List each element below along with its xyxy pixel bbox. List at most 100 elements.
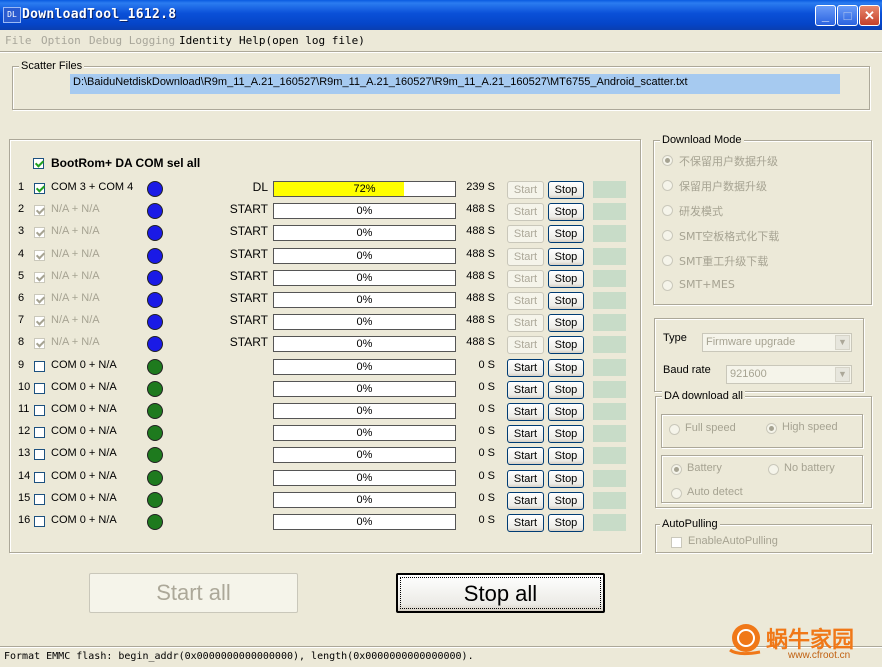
download-mode-legend: Download Mode — [660, 134, 744, 146]
battery-radio[interactable] — [671, 464, 682, 475]
progress-bar: 0% — [273, 292, 456, 308]
port-checkbox[interactable] — [34, 361, 45, 372]
port-checkbox[interactable] — [34, 272, 45, 283]
status-indicator — [593, 203, 626, 220]
download-mode-radio[interactable] — [662, 280, 673, 291]
status-indicator — [593, 425, 626, 442]
enable-autopulling-checkbox[interactable] — [671, 537, 682, 548]
stop-button[interactable]: Stop — [548, 425, 584, 443]
stop-button[interactable]: Stop — [548, 314, 584, 332]
start-button[interactable]: Start — [507, 403, 544, 421]
status-indicator — [593, 270, 626, 287]
port-checkbox[interactable] — [34, 494, 45, 505]
elapsed-time: 239 S — [466, 181, 495, 193]
port-checkbox[interactable] — [34, 405, 45, 416]
stop-button[interactable]: Stop — [548, 336, 584, 354]
port-checkbox[interactable] — [34, 427, 45, 438]
stop-button[interactable]: Stop — [548, 447, 584, 465]
stop-button[interactable]: Stop — [548, 403, 584, 421]
download-mode-radio[interactable] — [662, 205, 673, 216]
status-dot-icon — [147, 514, 163, 530]
no-battery-radio[interactable] — [768, 464, 779, 475]
start-button[interactable]: Start — [507, 514, 544, 532]
high-speed-radio[interactable] — [766, 423, 777, 434]
start-button[interactable]: Start — [507, 270, 544, 288]
start-all-button[interactable]: Start all — [89, 573, 298, 613]
port-checkbox[interactable] — [34, 383, 45, 394]
port-checkbox[interactable] — [34, 316, 45, 327]
battery-label: Battery — [687, 462, 722, 474]
elapsed-time: 488 S — [466, 203, 495, 215]
stop-button[interactable]: Stop — [548, 248, 584, 266]
download-mode-radio[interactable] — [662, 230, 673, 241]
elapsed-time: 488 S — [466, 336, 495, 348]
stop-button[interactable]: Stop — [548, 203, 584, 221]
status-dot-icon — [147, 470, 163, 486]
start-button[interactable]: Start — [507, 314, 544, 332]
port-checkbox[interactable] — [34, 516, 45, 527]
port-checkbox[interactable] — [34, 183, 45, 194]
minimize-button[interactable]: _ — [815, 5, 836, 26]
port-checkbox[interactable] — [34, 449, 45, 460]
menu-identity[interactable]: Identity — [179, 34, 232, 47]
auto-detect-radio[interactable] — [671, 488, 682, 499]
progress-bar: 72% — [273, 181, 456, 197]
select-all-checkbox[interactable] — [33, 158, 44, 169]
port-checkbox[interactable] — [34, 294, 45, 305]
start-button[interactable]: Start — [507, 248, 544, 266]
status-dot-icon — [147, 403, 163, 419]
start-button[interactable]: Start — [507, 225, 544, 243]
start-button[interactable]: Start — [507, 292, 544, 310]
stop-button[interactable]: Stop — [548, 470, 584, 488]
start-button[interactable]: Start — [507, 381, 544, 399]
download-mode-radio[interactable] — [662, 180, 673, 191]
stop-button[interactable]: Stop — [548, 292, 584, 310]
start-button[interactable]: Start — [507, 425, 544, 443]
port-label: COM 0 + N/A — [51, 425, 117, 437]
status-dot-icon — [147, 248, 163, 264]
status-dot-icon — [147, 447, 163, 463]
maximize-button[interactable]: □ — [837, 5, 858, 26]
start-button[interactable]: Start — [507, 181, 544, 199]
menu-file[interactable]: File — [5, 34, 32, 47]
status-dot-icon — [147, 381, 163, 397]
stop-button[interactable]: Stop — [548, 181, 584, 199]
port-checkbox[interactable] — [34, 472, 45, 483]
start-button[interactable]: Start — [507, 447, 544, 465]
stop-button[interactable]: Stop — [548, 225, 584, 243]
port-label: N/A + N/A — [51, 225, 100, 237]
stop-button[interactable]: Stop — [548, 270, 584, 288]
status-indicator — [593, 248, 626, 265]
download-mode-radio[interactable] — [662, 155, 673, 166]
type-select[interactable]: Firmware upgrade ▼ — [702, 333, 852, 352]
start-button[interactable]: Start — [507, 336, 544, 354]
port-label: N/A + N/A — [51, 314, 100, 326]
start-button[interactable]: Start — [507, 470, 544, 488]
port-checkbox[interactable] — [34, 227, 45, 238]
port-checkbox[interactable] — [34, 205, 45, 216]
menu-help[interactable]: Help(open log file) — [239, 34, 365, 47]
progress-bar: 0% — [273, 314, 456, 330]
stop-button[interactable]: Stop — [548, 381, 584, 399]
menu-option[interactable]: Option — [41, 34, 81, 47]
title-bar[interactable]: DL DownloadTool_1612.8 _ □ ✕ — [0, 0, 882, 30]
close-button[interactable]: ✕ — [859, 5, 880, 26]
start-button[interactable]: Start — [507, 203, 544, 221]
stop-button[interactable]: Stop — [548, 359, 584, 377]
scatter-path-field[interactable]: D:\BaiduNetdiskDownload\R9m_11_A.21_1605… — [70, 74, 840, 94]
port-checkbox[interactable] — [34, 338, 45, 349]
app-icon[interactable]: DL — [3, 7, 21, 23]
port-label: COM 0 + N/A — [51, 470, 117, 482]
full-speed-radio[interactable] — [669, 424, 680, 435]
menu-debug-logging[interactable]: Debug Logging — [89, 34, 175, 47]
stop-button[interactable]: Stop — [548, 514, 584, 532]
stop-all-button[interactable]: Stop all — [396, 573, 605, 613]
start-button[interactable]: Start — [507, 492, 544, 510]
port-checkbox[interactable] — [34, 250, 45, 261]
high-speed-label: High speed — [782, 421, 838, 433]
stop-button[interactable]: Stop — [548, 492, 584, 510]
baud-rate-select[interactable]: 921600 ▼ — [726, 365, 852, 384]
progress-bar: 0% — [273, 248, 456, 264]
start-button[interactable]: Start — [507, 359, 544, 377]
download-mode-radio[interactable] — [662, 255, 673, 266]
